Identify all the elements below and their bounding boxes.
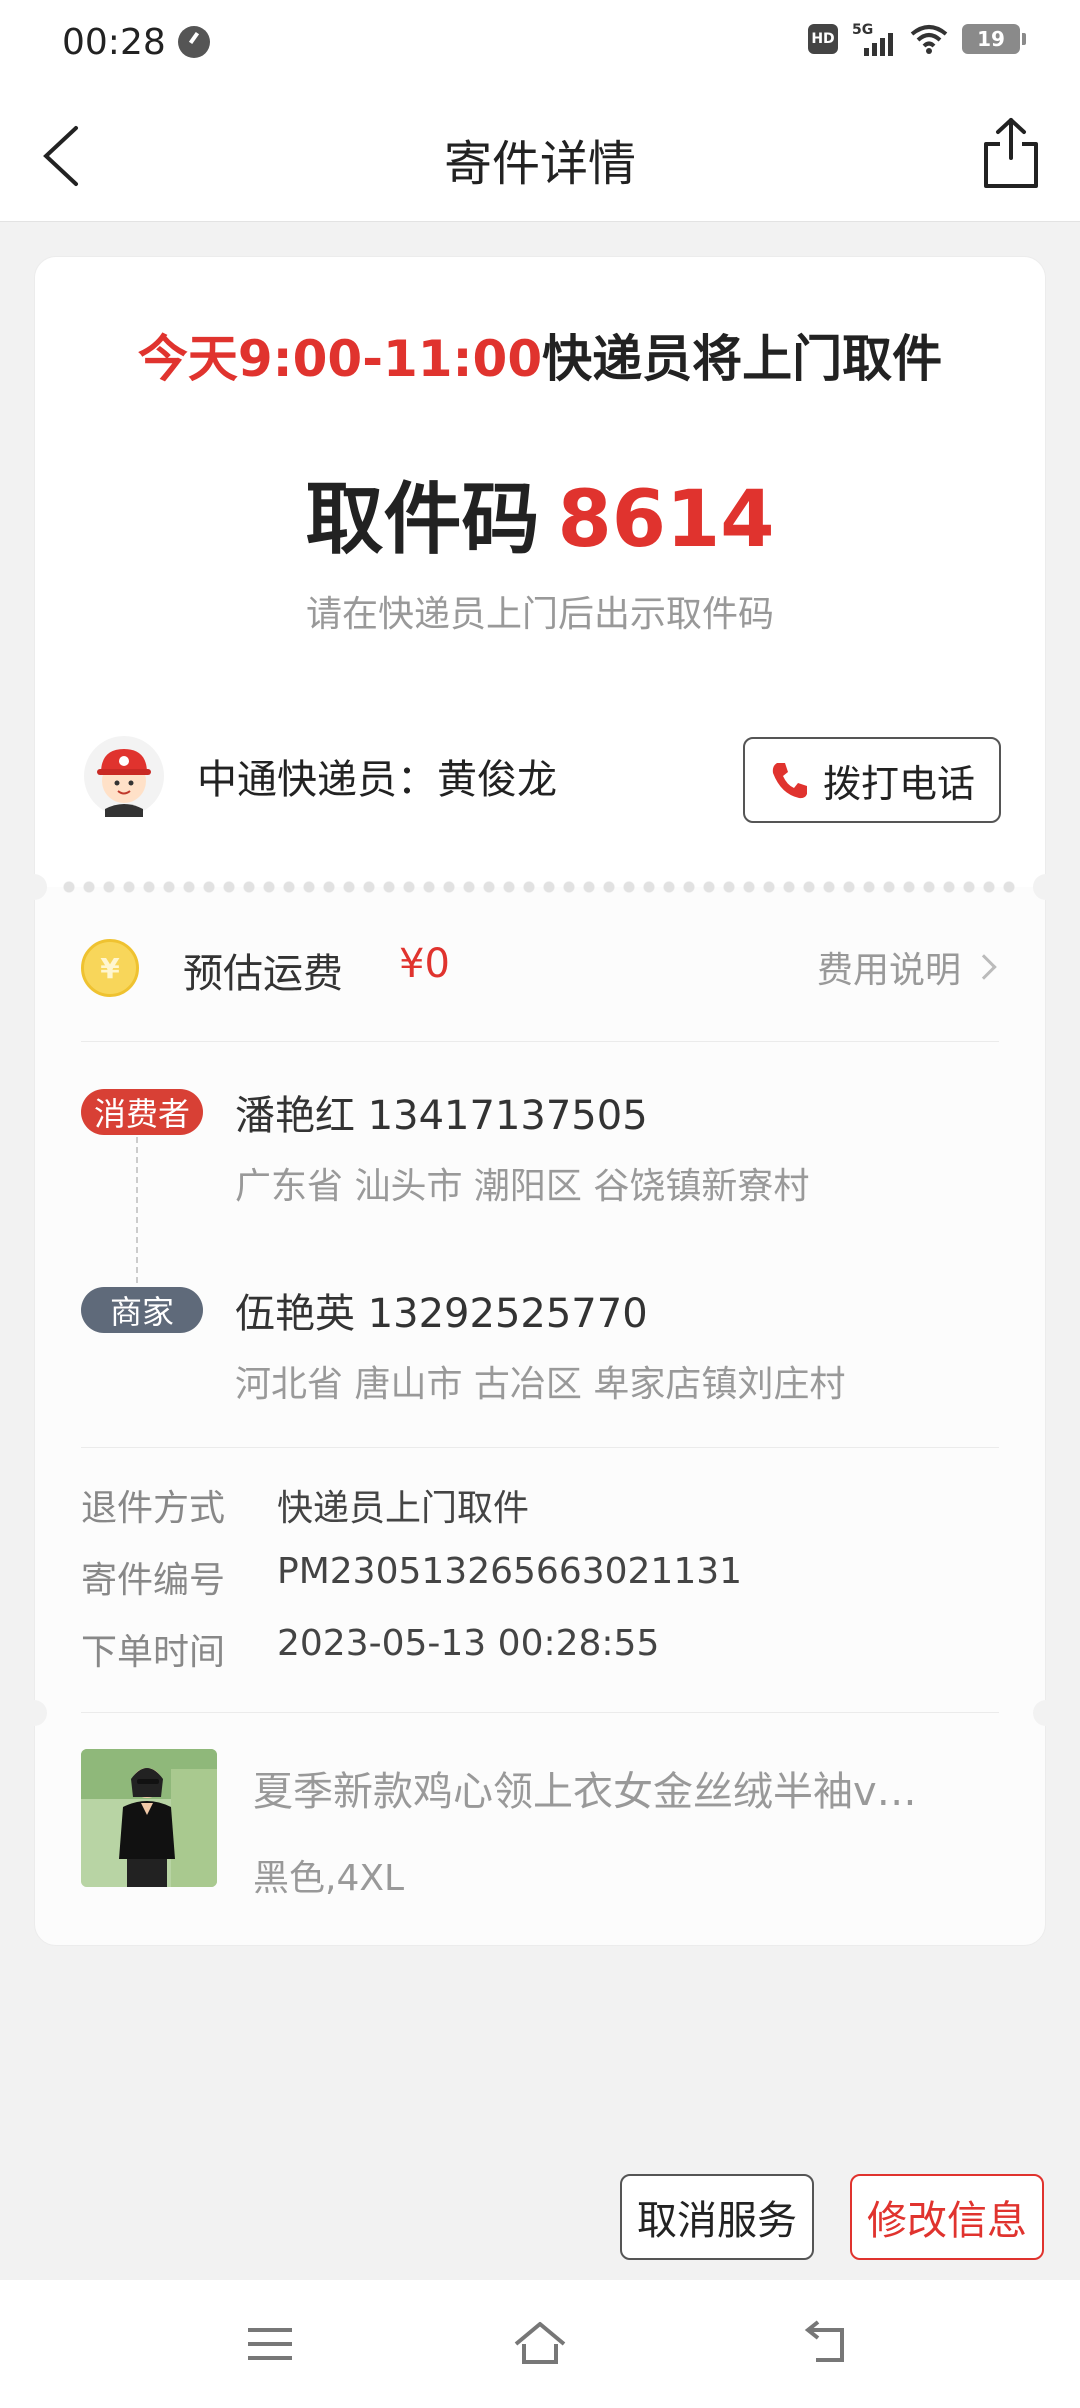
share-button[interactable] — [976, 116, 1046, 192]
divider — [81, 1447, 999, 1448]
cancel-service-button[interactable]: 取消服务 — [620, 2174, 814, 2260]
page-title: 寄件详情 — [443, 136, 636, 192]
signal-icon: 5G — [852, 22, 896, 56]
product-image[interactable] — [81, 1749, 217, 1887]
coin-icon: ¥ — [81, 939, 139, 997]
courier-avatar — [84, 736, 164, 817]
consumer-address: 广东省 汕头市 潮阳区 谷饶镇新寮村 — [235, 1166, 810, 1207]
return-method-value: 快递员上门取件 — [277, 1488, 530, 1529]
hd-icon: HD — [808, 24, 838, 54]
fee-explain-label: 费用说明 — [816, 950, 961, 991]
courier-name: 中通快递员：黄俊龙 — [197, 757, 557, 803]
battery-icon: 19 — [962, 24, 1026, 54]
product-title[interactable]: 夏季新款鸡心领上衣女金丝绒半袖v… — [253, 1759, 993, 1817]
fee-value: ¥0 — [399, 941, 450, 987]
menu-icon[interactable] — [240, 2314, 300, 2374]
wifi-icon — [910, 25, 948, 54]
pickup-notice: 今天9:00-11:00快递员将上门取件 — [35, 319, 1045, 391]
status-time: 00:28 — [62, 22, 166, 63]
chevron-right-icon — [971, 954, 997, 980]
consumer-name-phone: 潘艳红 13417137505 — [235, 1093, 648, 1139]
pickup-code-label: 取件码 — [305, 475, 540, 565]
pickup-code: 取件码 8614 — [35, 457, 1045, 569]
divider — [81, 1041, 999, 1042]
phone-icon — [772, 763, 807, 799]
call-button-label: 拨打电话 — [822, 761, 975, 806]
return-method-label: 退件方式 — [81, 1488, 226, 1529]
connector-line — [136, 1137, 138, 1283]
system-nav-bar — [0, 2280, 1080, 2408]
do-not-disturb-icon — [178, 26, 210, 58]
perforated-divider — [21, 1700, 1059, 1726]
product-spec: 黑色,4XL — [253, 1858, 405, 1899]
merchant-tag: 商家 — [81, 1287, 203, 1333]
fee-label: 预估运费 — [183, 951, 343, 997]
order-time-value: 2023-05-13 00:28:55 — [277, 1623, 660, 1664]
merchant-address: 河北省 唐山市 古冶区 卑家店镇刘庄村 — [235, 1364, 846, 1405]
order-no-label: 寄件编号 — [81, 1560, 226, 1601]
fee-explain-link[interactable]: 费用说明 — [816, 941, 997, 993]
call-button[interactable]: 拨打电话 — [743, 737, 1001, 823]
battery-level: 19 — [977, 27, 1005, 51]
header: 寄件详情 — [0, 86, 1080, 222]
pickup-time: 今天9:00-11:00 — [137, 330, 543, 388]
order-time-label: 下单时间 — [81, 1632, 226, 1673]
status-bar: 00:28 HD 5G 19 — [0, 0, 1080, 86]
pickup-notice-text: 快递员将上门取件 — [542, 330, 943, 388]
home-icon[interactable] — [510, 2314, 570, 2374]
modify-info-button[interactable]: 修改信息 — [850, 2174, 1044, 2260]
shipment-card: 今天9:00-11:00快递员将上门取件 取件码 8614 请在快递员上门后出示取… — [21, 256, 1059, 1946]
pickup-code-value: 8614 — [557, 475, 775, 565]
status-icons: HD 5G 19 — [808, 22, 1026, 56]
order-no-value: PM230513265663021131 — [277, 1551, 743, 1592]
merchant-name-phone: 伍艳英 13292525770 — [235, 1291, 648, 1337]
consumer-tag: 消费者 — [81, 1089, 203, 1135]
pickup-hint: 请在快递员上门后出示取件码 — [305, 594, 774, 635]
back-nav-icon[interactable] — [796, 2314, 856, 2374]
perforated-divider — [21, 874, 1059, 900]
